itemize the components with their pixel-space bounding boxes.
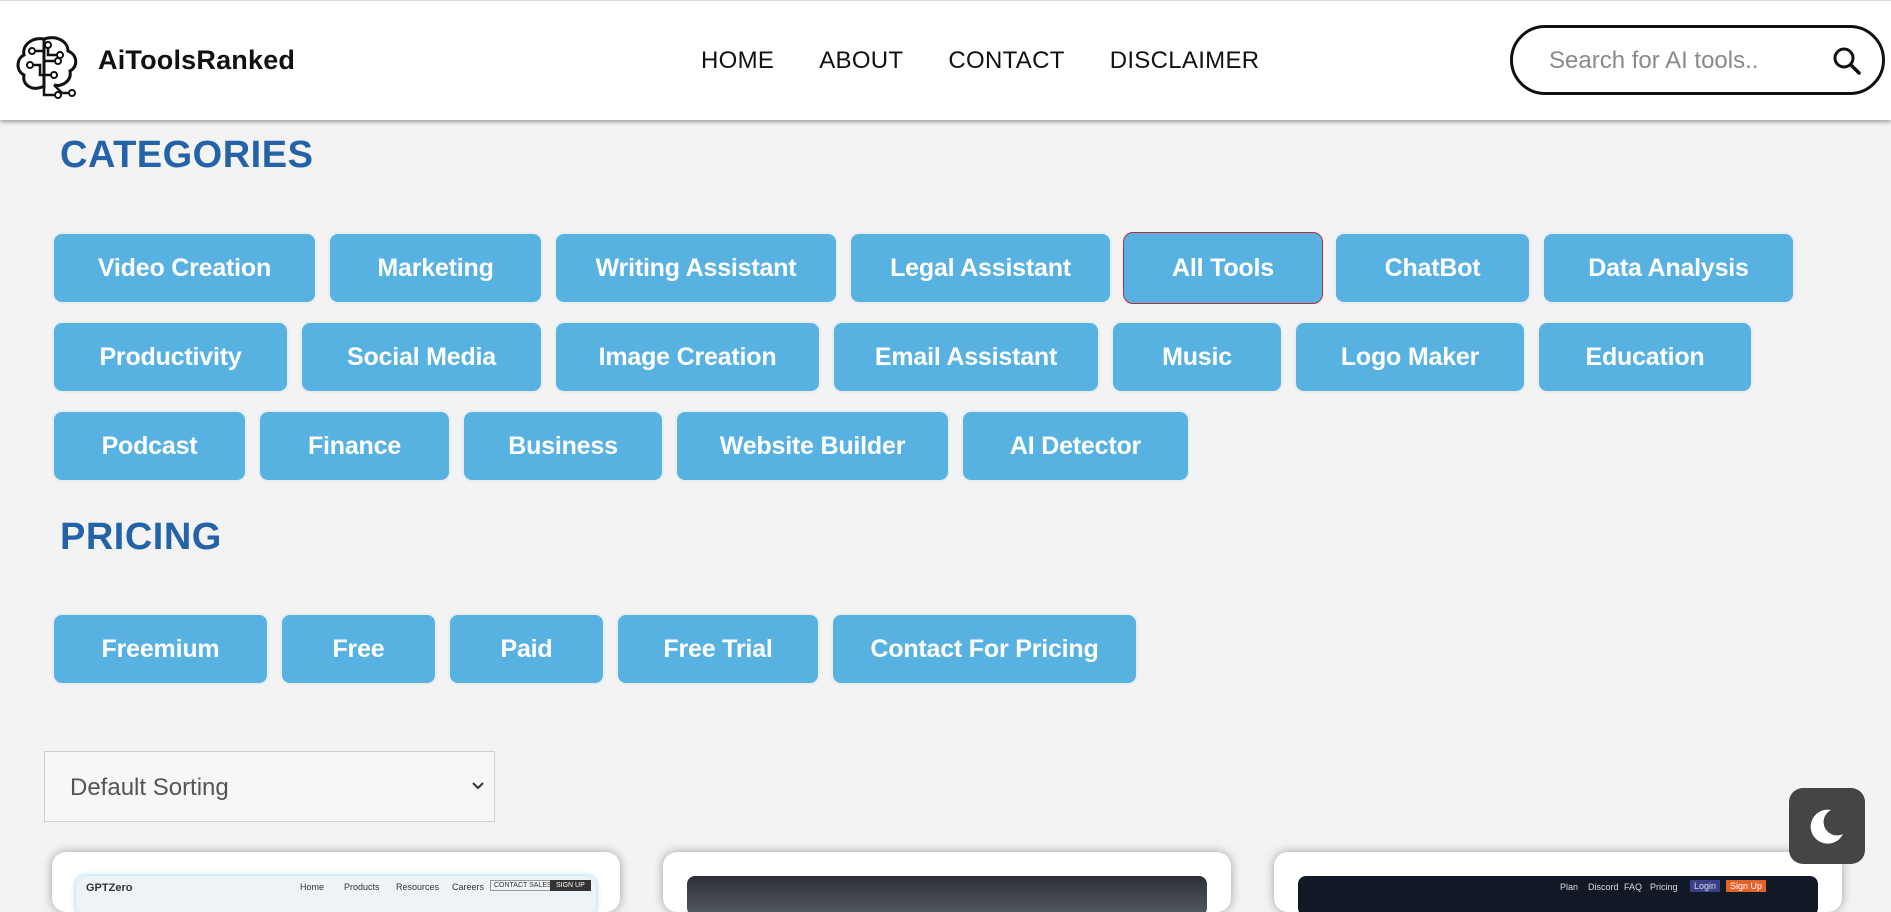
nav-contact[interactable]: CONTACT <box>948 47 1064 75</box>
chip-label: AI Detector <box>1009 431 1142 460</box>
chip-label: Marketing <box>377 253 494 282</box>
tool-screenshot <box>687 876 1207 912</box>
category-chips: Video Creation Marketing Writing Assista… <box>52 232 1806 499</box>
card-nav-item: Resources <box>396 882 440 892</box>
category-row: Productivity Social Media Image Creation… <box>52 321 1806 393</box>
card-nav-item: Discord <box>1588 882 1619 892</box>
chip-label: Logo Maker <box>1340 342 1480 371</box>
pricing-paid[interactable]: Paid <box>448 613 605 685</box>
card-site-name: GPTZero <box>86 882 133 894</box>
nav-home[interactable]: HOME <box>701 47 774 75</box>
chip-label: Podcast <box>101 431 198 460</box>
pricing-chips: Freemium Free Paid Free Trial Contact Fo… <box>52 613 1149 702</box>
chip-label: Contact For Pricing <box>870 634 1099 663</box>
main-nav: HOME ABOUT CONTACT DISCLAIMER <box>701 47 1304 75</box>
sort-selected-value: Default Sorting <box>70 774 229 801</box>
nav-about[interactable]: ABOUT <box>819 47 903 75</box>
category-data-analysis[interactable]: Data Analysis <box>1542 232 1795 304</box>
tool-card[interactable]: Plan Discord FAQ Pricing Login Sign Up <box>1274 852 1842 912</box>
tool-card[interactable] <box>663 852 1231 912</box>
search-icon[interactable] <box>1832 46 1862 76</box>
pricing-row: Freemium Free Paid Free Trial Contact Fo… <box>52 613 1149 685</box>
chip-label: Data Analysis <box>1588 253 1749 282</box>
card-nav-item: FAQ <box>1624 882 1643 892</box>
chip-label: Legal Assistant <box>890 253 1071 282</box>
chip-label: Free Trial <box>663 634 773 663</box>
dark-mode-toggle[interactable] <box>1789 788 1865 864</box>
category-all-tools[interactable]: All Tools <box>1123 232 1323 304</box>
category-writing-assistant[interactable]: Writing Assistant <box>554 232 838 304</box>
card-nav-item: CONTACT SALES <box>490 880 556 891</box>
moon-icon <box>1810 809 1843 844</box>
card-nav-item: Home <box>300 882 325 892</box>
category-ai-detector[interactable]: AI Detector <box>961 410 1190 482</box>
sort-select[interactable]: Default Sorting <box>44 751 495 822</box>
category-education[interactable]: Education <box>1537 321 1753 393</box>
card-nav-item: Plan <box>1560 882 1579 892</box>
pricing-title: PRICING <box>60 516 222 558</box>
category-logo-maker[interactable]: Logo Maker <box>1294 321 1526 393</box>
chip-label: Video Creation <box>97 253 272 282</box>
card-nav-item: Login <box>1690 880 1721 892</box>
category-chatbot[interactable]: ChatBot <box>1334 232 1531 304</box>
chip-label: Writing Assistant <box>595 253 797 282</box>
chip-label: Free <box>332 634 385 663</box>
category-marketing[interactable]: Marketing <box>328 232 543 304</box>
category-productivity[interactable]: Productivity <box>52 321 289 393</box>
brain-circuit-icon[interactable] <box>14 31 86 99</box>
chip-label: Image Creation <box>598 342 777 371</box>
chip-label: Email Assistant <box>874 342 1058 371</box>
pricing-free-trial[interactable]: Free Trial <box>616 613 820 685</box>
chip-label: Freemium <box>101 634 220 663</box>
category-row: Video Creation Marketing Writing Assista… <box>52 232 1806 304</box>
tool-screenshot: GPTZero Home Products Resources Careers … <box>76 876 596 912</box>
search-box <box>1510 25 1885 95</box>
category-finance[interactable]: Finance <box>258 410 451 482</box>
category-video-creation[interactable]: Video Creation <box>52 232 317 304</box>
category-row: Podcast Finance Business Website Builder… <box>52 410 1806 482</box>
chip-label: Finance <box>307 431 402 460</box>
card-nav-item: Careers <box>452 882 485 892</box>
card-nav-item: SIGN UP <box>550 880 591 891</box>
pricing-free[interactable]: Free <box>280 613 437 685</box>
category-image-creation[interactable]: Image Creation <box>554 321 821 393</box>
chip-label: Music <box>1162 342 1232 371</box>
chip-label: Education <box>1585 342 1705 371</box>
chip-label: Social Media <box>346 342 497 371</box>
category-music[interactable]: Music <box>1111 321 1283 393</box>
chip-label: Website Builder <box>719 431 906 460</box>
pricing-contact-for-pricing[interactable]: Contact For Pricing <box>831 613 1138 685</box>
chevron-down-icon <box>472 782 484 790</box>
category-business[interactable]: Business <box>462 410 664 482</box>
brand-name[interactable]: AiToolsRanked <box>98 45 295 76</box>
category-legal-assistant[interactable]: Legal Assistant <box>849 232 1112 304</box>
category-podcast[interactable]: Podcast <box>52 410 247 482</box>
chip-label: All Tools <box>1172 253 1274 282</box>
category-social-media[interactable]: Social Media <box>300 321 543 393</box>
categories-title: CATEGORIES <box>60 134 314 176</box>
chip-label: Business <box>508 431 618 460</box>
chip-label: ChatBot <box>1384 253 1481 282</box>
tool-screenshot: Plan Discord FAQ Pricing Login Sign Up <box>1298 876 1818 912</box>
card-nav-item: Pricing <box>1650 882 1678 892</box>
chip-label: Paid <box>500 634 553 663</box>
chip-label: Productivity <box>99 342 242 371</box>
category-website-builder[interactable]: Website Builder <box>675 410 950 482</box>
pricing-freemium[interactable]: Freemium <box>52 613 269 685</box>
nav-disclaimer[interactable]: DISCLAIMER <box>1110 47 1260 75</box>
tool-card[interactable]: GPTZero Home Products Resources Careers … <box>52 852 620 912</box>
card-nav-item: Products <box>344 882 380 892</box>
site-header: AiToolsRanked HOME ABOUT CONTACT DISCLAI… <box>0 0 1891 120</box>
category-email-assistant[interactable]: Email Assistant <box>832 321 1100 393</box>
card-nav-item: Sign Up <box>1726 880 1767 892</box>
search-input[interactable] <box>1547 42 1821 80</box>
